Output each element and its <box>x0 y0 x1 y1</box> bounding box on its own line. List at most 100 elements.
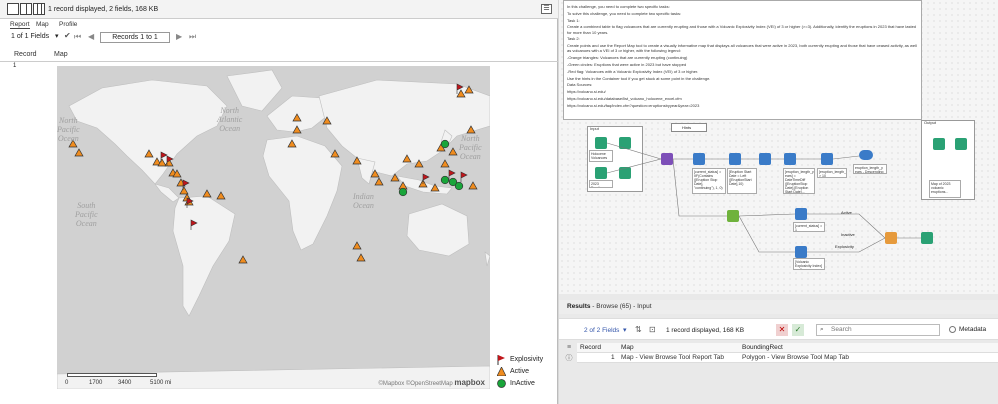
record-pager: 1 of 1 Fields ▾ ✔ ⏮ ◀ Records 1 to 1 ▶ ⏭ <box>0 31 558 45</box>
label-north-pacific-east: North Pacific Ocean <box>459 134 482 161</box>
scale-5100: 5100 mi <box>150 380 172 386</box>
options-menu-icon[interactable]: ☰ <box>541 4 552 14</box>
results-toolbar: 2 of 2 Fields ▾ ⇅ ⊡ 1 record displayed, … <box>559 318 998 340</box>
label-sort: eruption_length_y ears - Descending <box>853 164 887 174</box>
comment-line: In this challenge, you need to complete … <box>567 4 670 9</box>
label-north-pacific: North Pacific Ocean <box>57 116 80 143</box>
info-icon[interactable]: ⓘ <box>564 353 574 364</box>
browse-tool-icon[interactable] <box>619 137 631 149</box>
report-map: North Atlantic Ocean North Pacific Ocean… <box>57 66 490 389</box>
label-output: Map of 2023 volcanic eruptions... <box>929 180 961 198</box>
results-search-input[interactable]: ⌕ Search <box>816 324 940 336</box>
world-map-svg <box>57 66 490 389</box>
metadata-toggle[interactable]: Metadata <box>949 326 986 333</box>
render-tool-icon[interactable] <box>933 138 945 150</box>
input-tool-icon-2[interactable] <box>595 167 607 179</box>
scale-bar <box>67 373 157 377</box>
join-tool-icon[interactable] <box>661 153 673 165</box>
create-points-icon-2[interactable] <box>795 246 807 258</box>
table-header: Record Map BoundingRect <box>577 343 998 353</box>
comment-line: Create points and use the Report Map too… <box>567 43 917 54</box>
filter-tool-icon[interactable] <box>759 153 771 165</box>
formula-tool-icon-1[interactable] <box>693 153 705 165</box>
label-eruptions: 2023 Eruptions <box>589 180 613 188</box>
export-icon[interactable]: ⊡ <box>649 325 656 334</box>
browse-tool-icon-2[interactable] <box>619 167 631 179</box>
mapbox-logo: mapbox <box>454 378 485 387</box>
close-icon[interactable]: ✕ <box>776 324 788 336</box>
table-row[interactable]: 1 Map - View Browse Tool Report Tab Poly… <box>577 353 998 363</box>
tab-profile[interactable]: Profile <box>59 21 77 28</box>
map-credit: ©Mapbox ©OpenStreetMap mapbox <box>378 378 485 387</box>
check-icon[interactable]: ✔ <box>64 31 71 40</box>
comment-line: -Green circles: Eruptions that were acti… <box>567 61 687 67</box>
comment-line: Task 2: <box>567 36 580 42</box>
tab-report[interactable]: Report <box>10 21 30 29</box>
two-pane-icon[interactable] <box>20 3 32 15</box>
browse-map-icon[interactable] <box>921 232 933 244</box>
browse-output-icon[interactable] <box>955 138 967 150</box>
column-map: Map <box>54 51 68 58</box>
chevron-down-icon[interactable]: ▾ <box>55 32 59 40</box>
report-column-headers: Record Map <box>0 51 558 62</box>
label-formula-3: [eruption_length_y ears] = DateTimeDiff … <box>783 168 815 194</box>
three-pane-icon[interactable] <box>33 3 45 15</box>
label-south-pacific: South Pacific Ocean <box>75 201 98 228</box>
filter-status-icon[interactable] <box>727 210 739 222</box>
comment-line: To solve this challenge, you need to com… <box>567 10 682 16</box>
comment-line: Data Sources: <box>567 82 593 88</box>
search-icon: ⌕ <box>820 326 824 333</box>
comment-box[interactable]: In this challenge, you need to complete … <box>563 0 922 120</box>
inactive-volcano-marker <box>398 187 408 197</box>
label-north-atlantic: North Atlantic Ocean <box>217 106 243 133</box>
legend-explosivity: Explosivity <box>497 354 557 366</box>
sort-tool-icon[interactable] <box>821 153 833 165</box>
formula-tool-icon-2[interactable] <box>729 153 741 165</box>
first-record-icon[interactable]: ⏮ <box>74 32 81 42</box>
scale-0: 0 <box>65 380 69 386</box>
last-record-icon[interactable]: ⏭ <box>189 32 196 42</box>
fields-selector[interactable]: 1 of 1 Fields <box>11 33 49 40</box>
legend-active: Active <box>496 366 557 378</box>
comment-line: -Red flag: Volcanoes with a Volcanic Exp… <box>567 68 699 74</box>
workflow-canvas[interactable]: In this challenge, you need to complete … <box>559 0 998 294</box>
label-indian-ocean: Indian Ocean <box>353 192 374 210</box>
results-table: Record Map BoundingRect 1 Map - View Bro… <box>577 343 998 363</box>
hints-box[interactable]: Hints <box>671 123 707 132</box>
create-points-icon-1[interactable] <box>795 208 807 220</box>
comment-line: https://volcano.si.edu/faq/index.cfm?que… <box>567 102 700 108</box>
report-map-icon[interactable] <box>885 232 897 244</box>
output-tool-icon[interactable] <box>859 150 873 160</box>
prev-record-icon[interactable]: ◀ <box>88 32 94 41</box>
label-holocene: Holocene Volcanoes <box>589 150 613 162</box>
comment-line: https://volcano.si.edu/ <box>567 89 606 95</box>
next-record-icon[interactable]: ▶ <box>176 32 182 41</box>
label-filter: [eruption_length_years] > 10 <box>817 168 847 178</box>
inactive-volcano-marker <box>454 181 464 191</box>
inactive-volcano-marker <box>440 139 450 149</box>
tab-map[interactable]: Map <box>36 21 49 28</box>
column-record: Record <box>14 51 37 58</box>
comment-line: Task 1: <box>567 17 580 23</box>
formula-tool-icon-3[interactable] <box>784 153 796 165</box>
comment-line: Use the hints in the Container tool if y… <box>567 75 711 81</box>
check-icon[interactable]: ✓ <box>792 324 804 336</box>
radio-icon[interactable] <box>949 326 956 333</box>
results-fields-selector[interactable]: 2 of 2 Fields <box>584 327 619 334</box>
green-circle-icon <box>497 379 506 392</box>
browse-toolbar: 1 record displayed, 2 fields, 168 KB ☰ <box>0 0 558 19</box>
sort-icon[interactable]: ⇅ <box>635 325 642 334</box>
list-icon[interactable]: ≡ <box>564 342 574 353</box>
chevron-down-icon[interactable]: ▾ <box>623 326 627 334</box>
browse-status: 1 record displayed, 2 fields, 168 KB <box>48 6 159 13</box>
legend-inactive: InActive <box>497 378 557 390</box>
scale-1700: 1700 <box>89 380 103 386</box>
browse-tabs: Report Map Profile <box>0 19 558 31</box>
input-tool-icon[interactable] <box>595 137 607 149</box>
designer-panel: In this challenge, you need to complete … <box>559 0 998 404</box>
comment-line: -Orange triangles: Volcanoes that are cu… <box>567 55 688 61</box>
browse-panel: 1 record displayed, 2 fields, 168 KB ☰ R… <box>0 0 558 404</box>
single-pane-icon[interactable] <box>7 3 19 15</box>
inactive-volcano-marker <box>440 175 450 185</box>
map-legend: Explosivity Active InActive <box>496 354 557 390</box>
